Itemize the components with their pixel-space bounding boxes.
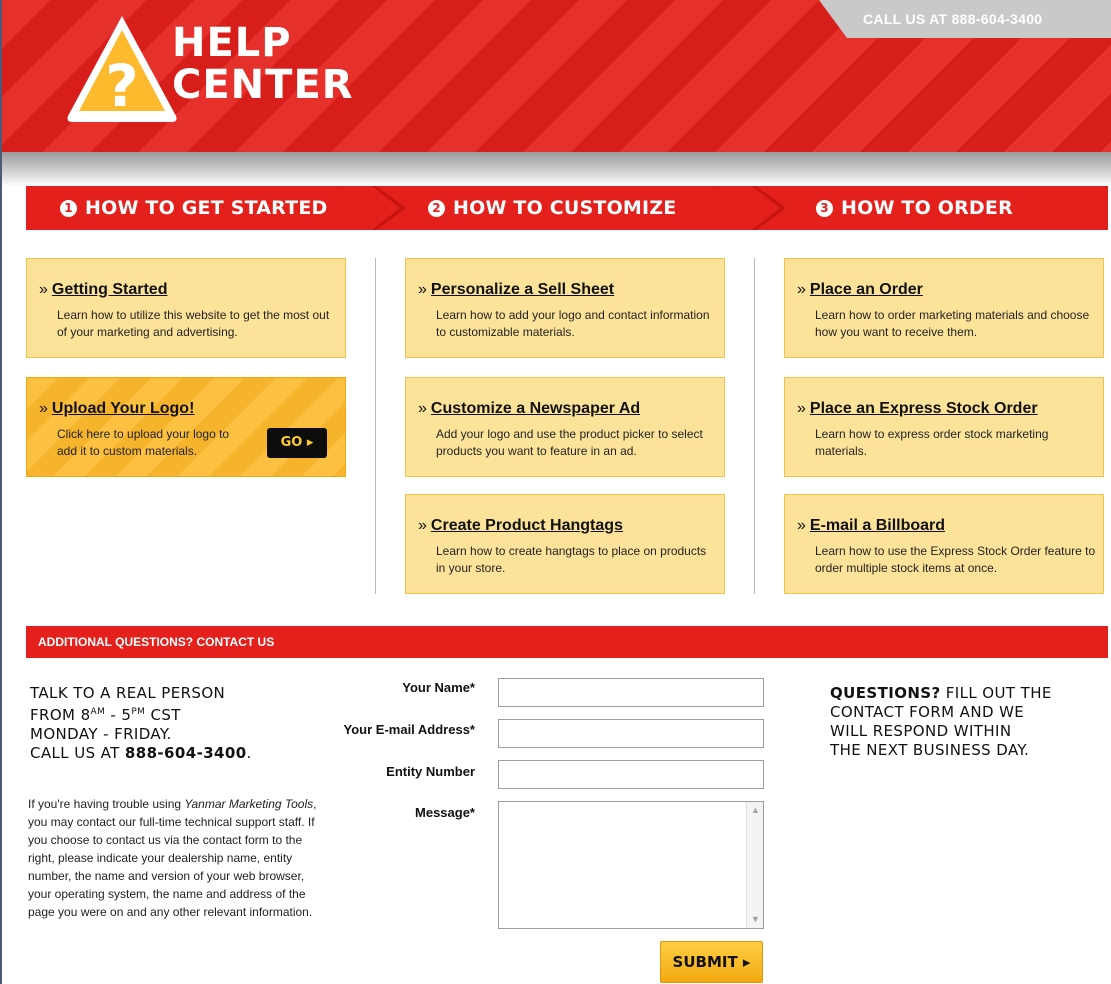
email-label: Your E-mail Address* — [343, 722, 475, 737]
step-arrow-icon — [716, 186, 786, 230]
column-divider — [754, 258, 755, 594]
step-get-started: 1 HOW TO GET STARTED — [60, 186, 327, 230]
message-field[interactable] — [498, 801, 764, 929]
name-field[interactable] — [498, 678, 764, 707]
logo-line-center: CENTER — [172, 62, 354, 108]
scroll-down-icon[interactable]: ▼ — [747, 911, 764, 928]
step-number: 1 — [60, 200, 77, 217]
sell-sheet-link[interactable]: Personalize a Sell Sheet — [431, 281, 614, 298]
card-description: Learn how to order marketing materials a… — [815, 308, 1090, 339]
step-label: HOW TO GET STARTED — [85, 197, 328, 219]
go-button[interactable]: GO ▸ — [267, 428, 327, 458]
svg-text:?: ? — [105, 52, 139, 120]
card-description: Learn how to express order stock marketi… — [815, 427, 1049, 458]
phone-number: 888-604-3400 — [124, 744, 247, 762]
submit-button[interactable]: SUBMIT ▸ — [660, 941, 763, 983]
card-description: Learn how to add your logo and contact i… — [436, 308, 710, 339]
call-us-tab: CALL US AT 888-604-3400 — [819, 0, 1111, 38]
header-shadow-band — [2, 152, 1111, 186]
card-description: Learn how to utilize this website to get… — [57, 308, 330, 339]
step-order: 3 HOW TO ORDER — [816, 186, 1013, 230]
message-scrollbar[interactable]: ▲ ▼ — [746, 802, 763, 928]
express-stock-order-link[interactable]: Place an Express Stock Order — [810, 400, 1038, 417]
card-place-order[interactable]: » Place an Order Learn how to order marke… — [784, 258, 1104, 358]
questions-text: QUESTIONS? FILL OUT THE CONTACT FORM AND… — [830, 684, 1052, 759]
logo-line-help: HELP — [172, 20, 292, 66]
step-arrow-icon — [336, 186, 406, 230]
card-newspaper-ad[interactable]: » Customize a Newspaper Ad Add your logo … — [405, 377, 725, 477]
message-label: Message* — [415, 805, 475, 820]
steps-bar: 1 HOW TO GET STARTED 2 HOW TO CUSTOMIZE 3H… — [26, 186, 1108, 230]
entity-number-label: Entity Number — [386, 764, 475, 779]
scroll-up-icon[interactable]: ▲ — [747, 802, 764, 819]
upload-logo-link[interactable]: Upload Your Logo! — [52, 400, 195, 417]
name-label: Your Name* — [402, 680, 475, 695]
warning-question-icon: ? — [67, 16, 177, 122]
place-order-link[interactable]: Place an Order — [810, 281, 923, 298]
contact-section-header: ADDITIONAL QUESTIONS? CONTACT US — [26, 626, 1108, 658]
logo-text: HELP CENTER — [172, 22, 354, 106]
card-express-stock-order[interactable]: » Place an Express Stock Order Learn how … — [784, 377, 1104, 477]
entity-number-field[interactable] — [498, 760, 764, 789]
column-divider — [375, 258, 376, 594]
page-header: ? HELP CENTER CALL US AT 888-604-3400 — [2, 0, 1111, 152]
step-number: 2 — [428, 200, 445, 217]
email-field[interactable] — [498, 719, 764, 748]
getting-started-link[interactable]: Getting Started — [52, 281, 168, 298]
newspaper-ad-link[interactable]: Customize a Newspaper Ad — [431, 400, 640, 417]
step-number: 3 — [816, 200, 833, 217]
card-email-billboard[interactable]: » E-mail a Billboard Learn how to use the… — [784, 494, 1104, 594]
help-center-logo[interactable]: ? HELP CENTER — [62, 10, 362, 130]
card-description: Click here to upload your logo to add it… — [57, 427, 230, 458]
step-customize: 2 HOW TO CUSTOMIZE — [428, 186, 676, 230]
hangtags-link[interactable]: Create Product Hangtags — [431, 517, 623, 534]
card-description: Learn how to use the Express Stock Order… — [815, 544, 1096, 575]
step-label: HOW TO CUSTOMIZE — [453, 197, 677, 219]
card-description: Learn how to create hangtags to place on… — [436, 544, 707, 575]
card-upload-logo[interactable]: » Upload Your Logo! Click here to upload … — [26, 377, 346, 477]
card-description: Add your logo and use the product picker… — [436, 427, 703, 458]
email-billboard-link[interactable]: E-mail a Billboard — [810, 517, 945, 534]
call-us-text: CALL US AT 888-604-3400 — [863, 11, 1043, 27]
card-hangtags[interactable]: » Create Product Hangtags Learn how to cr… — [405, 494, 725, 594]
card-getting-started[interactable]: » Getting Started Learn how to utilize th… — [26, 258, 346, 358]
card-sell-sheet[interactable]: » Personalize a Sell Sheet Learn how to a… — [405, 258, 725, 358]
step-label: HOW TO ORDER — [841, 197, 1013, 219]
